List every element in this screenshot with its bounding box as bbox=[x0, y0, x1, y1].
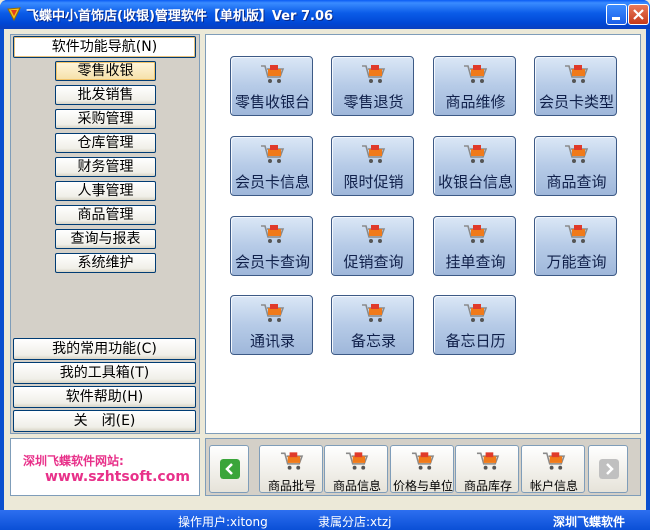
title-bar[interactable]: 飞蝶中小首饰店(收银)管理软件【单机版】Ver 7.06 bbox=[0, 0, 650, 29]
shopping-cart-icon bbox=[261, 145, 285, 163]
quick-bar-label: 帐户信息 bbox=[529, 479, 578, 493]
quick-bar-label: 商品批号 bbox=[267, 479, 316, 493]
status-bar: 操作用户:xitong 隶属分店:xtzj 深圳飞蝶软件 bbox=[0, 510, 650, 530]
status-branch: 隶属分店:xtzj bbox=[318, 515, 392, 529]
nav-item-system[interactable]: 系统维护 bbox=[55, 253, 156, 273]
shopping-cart-icon bbox=[261, 225, 285, 243]
quick-bar-label: 价格与单位 bbox=[392, 479, 453, 493]
shopping-cart-icon bbox=[464, 65, 488, 83]
favorites-button[interactable]: 我的常用功能(C) bbox=[13, 338, 196, 360]
function-button-label: 零售收银台 bbox=[234, 93, 310, 111]
quick-bar-button[interactable]: 商品库存 bbox=[455, 445, 519, 493]
shopping-cart-icon bbox=[565, 225, 589, 243]
shopping-cart-icon bbox=[345, 452, 369, 470]
quick-bar-button[interactable]: 商品信息 bbox=[324, 445, 388, 493]
nav-item-wholesale[interactable]: 批发销售 bbox=[55, 85, 156, 105]
function-button[interactable]: 限时促销 bbox=[331, 136, 414, 196]
function-button-label: 万能查询 bbox=[546, 253, 607, 271]
shopping-cart-icon bbox=[362, 304, 386, 322]
function-button-label: 挂单查询 bbox=[445, 253, 506, 271]
function-button-label: 零售退货 bbox=[343, 93, 404, 111]
minimize-icon bbox=[612, 17, 620, 20]
shopping-cart-icon bbox=[476, 452, 500, 470]
function-button[interactable]: 会员卡查询 bbox=[230, 216, 313, 276]
toolbox-button[interactable]: 我的工具箱(T) bbox=[13, 362, 196, 384]
nav-header-button[interactable]: 软件功能导航(N) bbox=[13, 36, 196, 58]
shopping-cart-icon bbox=[464, 145, 488, 163]
nav-item-products[interactable]: 商品管理 bbox=[55, 205, 156, 225]
shopping-cart-icon bbox=[261, 65, 285, 83]
function-button-label: 限时促销 bbox=[343, 173, 404, 191]
shopping-cart-icon bbox=[565, 145, 589, 163]
nav-item-finance[interactable]: 财务管理 bbox=[55, 157, 156, 177]
website-link[interactable]: www.szhtsoft.com bbox=[45, 469, 190, 485]
close-window-button[interactable] bbox=[628, 4, 649, 25]
shopping-cart-icon bbox=[411, 452, 435, 470]
prev-button[interactable] bbox=[209, 445, 249, 493]
app-logo-icon bbox=[7, 7, 21, 22]
function-button[interactable]: 会员卡类型 bbox=[534, 56, 617, 116]
help-button[interactable]: 软件帮助(H) bbox=[13, 386, 196, 408]
window-title: 飞蝶中小首饰店(收银)管理软件【单机版】Ver 7.06 bbox=[26, 9, 334, 24]
nav-item-hr[interactable]: 人事管理 bbox=[55, 181, 156, 201]
close-button[interactable]: 关 闭(E) bbox=[13, 410, 196, 432]
function-button[interactable]: 零售收银台 bbox=[230, 56, 313, 116]
function-button[interactable]: 零售退货 bbox=[331, 56, 414, 116]
quick-bar-button[interactable]: 价格与单位 bbox=[390, 445, 454, 493]
function-button-label: 会员卡信息 bbox=[234, 173, 310, 191]
close-icon bbox=[633, 9, 644, 20]
function-button[interactable]: 挂单查询 bbox=[433, 216, 516, 276]
function-button[interactable]: 万能查询 bbox=[534, 216, 617, 276]
shopping-cart-icon bbox=[261, 304, 285, 322]
function-button-label: 备忘录 bbox=[350, 332, 396, 350]
website-box: 深圳飞蝶软件网站: www.szhtsoft.com bbox=[10, 438, 200, 496]
shopping-cart-icon bbox=[464, 225, 488, 243]
function-button[interactable]: 通讯录 bbox=[230, 295, 313, 355]
function-button[interactable]: 商品查询 bbox=[534, 136, 617, 196]
website-label: 深圳飞蝶软件网站: bbox=[23, 454, 124, 468]
function-button[interactable]: 备忘录 bbox=[331, 295, 414, 355]
next-button[interactable] bbox=[588, 445, 628, 493]
function-button[interactable]: 备忘日历 bbox=[433, 295, 516, 355]
shopping-cart-icon bbox=[362, 145, 386, 163]
function-button[interactable]: 会员卡信息 bbox=[230, 136, 313, 196]
nav-item-reports[interactable]: 查询与报表 bbox=[55, 229, 156, 249]
arrow-left-icon bbox=[220, 459, 240, 479]
function-button-label: 促销查询 bbox=[343, 253, 404, 271]
function-button-label: 商品查询 bbox=[546, 173, 607, 191]
function-button[interactable]: 促销查询 bbox=[331, 216, 414, 276]
function-button[interactable]: 商品维修 bbox=[433, 56, 516, 116]
shopping-cart-icon bbox=[542, 452, 566, 470]
function-button-label: 商品维修 bbox=[445, 93, 506, 111]
shopping-cart-icon bbox=[464, 304, 488, 322]
quick-bar-button[interactable]: 帐户信息 bbox=[521, 445, 585, 493]
nav-item-warehouse[interactable]: 仓库管理 bbox=[55, 133, 156, 153]
function-button-label: 通讯录 bbox=[249, 332, 295, 350]
nav-item-purchasing[interactable]: 采购管理 bbox=[55, 109, 156, 129]
function-button-label: 会员卡查询 bbox=[234, 253, 310, 271]
function-button-label: 备忘日历 bbox=[445, 332, 506, 350]
shopping-cart-icon bbox=[362, 225, 386, 243]
quick-bar-label: 商品信息 bbox=[332, 479, 381, 493]
shopping-cart-icon bbox=[362, 65, 386, 83]
nav-item-retail-cashier[interactable]: 零售收银 bbox=[55, 61, 156, 81]
status-company: 深圳飞蝶软件 bbox=[553, 515, 626, 529]
minimize-button[interactable] bbox=[606, 4, 627, 25]
function-button[interactable]: 收银台信息 bbox=[433, 136, 516, 196]
quick-bar-button[interactable]: 商品批号 bbox=[259, 445, 323, 493]
function-button-label: 会员卡类型 bbox=[538, 93, 614, 111]
shopping-cart-icon bbox=[280, 452, 304, 470]
arrow-right-icon bbox=[599, 459, 619, 479]
quick-bar-label: 商品库存 bbox=[463, 479, 512, 493]
function-button-label: 收银台信息 bbox=[437, 173, 513, 191]
status-user: 操作用户:xitong bbox=[178, 515, 268, 529]
shopping-cart-icon bbox=[565, 65, 589, 83]
